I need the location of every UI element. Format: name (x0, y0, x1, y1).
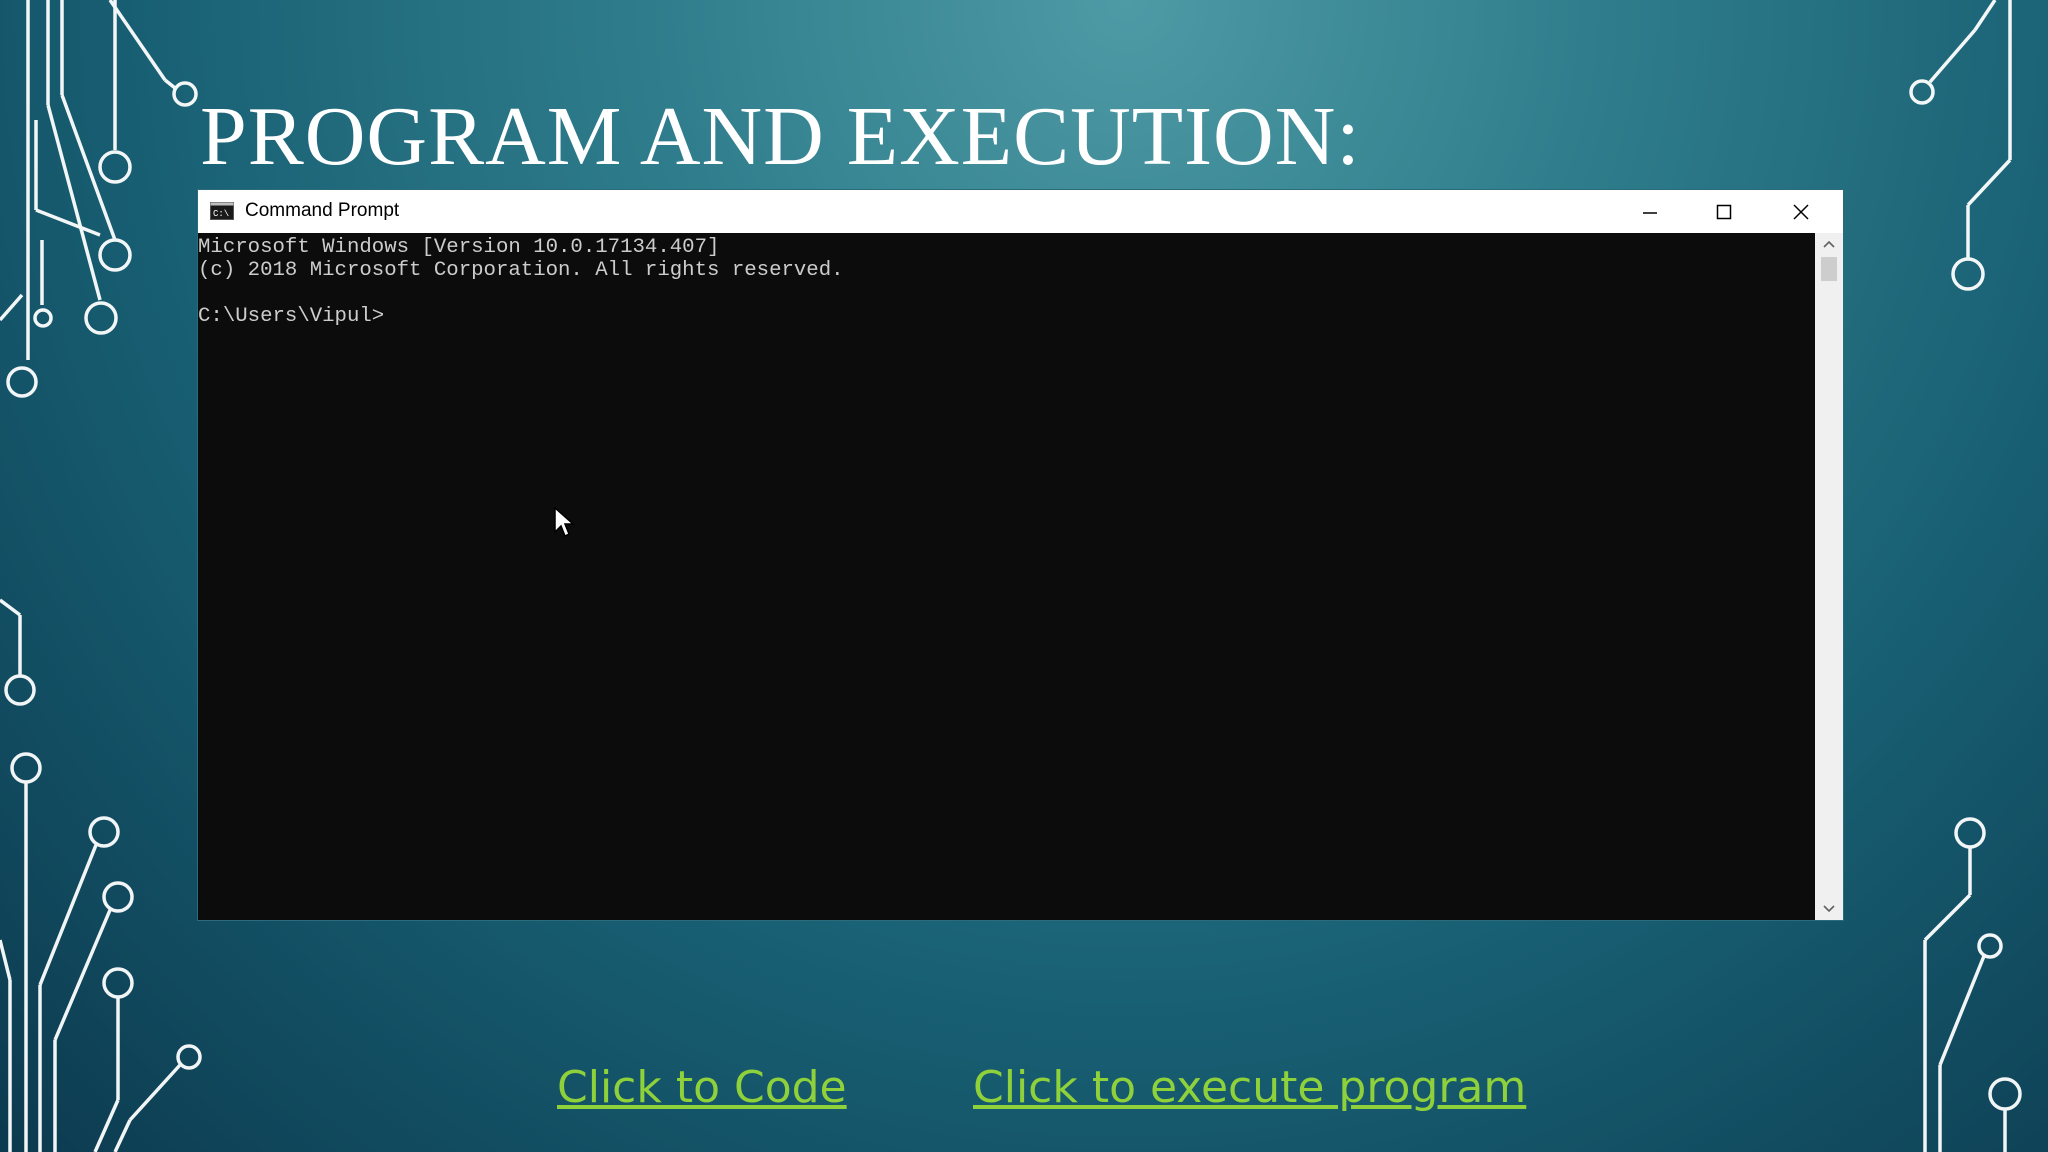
command-prompt-window[interactable]: C:\ Command Prompt Microsoft Windows [Ve… (198, 190, 1843, 920)
console-prompt[interactable]: C:\Users\Vipul> (198, 305, 1815, 328)
vertical-scrollbar[interactable] (1815, 233, 1843, 920)
click-to-execute-program-link[interactable]: Click to execute program (973, 1062, 1526, 1113)
minimize-icon (1643, 211, 1657, 214)
console-output[interactable]: Microsoft Windows [Version 10.0.17134.40… (198, 233, 1815, 920)
window-titlebar[interactable]: C:\ Command Prompt (198, 190, 1843, 233)
chevron-up-icon (1823, 240, 1835, 248)
click-to-code-link[interactable]: Click to Code (557, 1062, 847, 1113)
chevron-down-icon (1823, 905, 1835, 913)
window-title: Command Prompt (245, 200, 400, 221)
scroll-down-button[interactable] (1815, 898, 1843, 920)
svg-text:C:\: C:\ (213, 209, 229, 219)
cmd-icon: C:\ (210, 202, 234, 220)
maximize-icon (1716, 204, 1732, 219)
console-line: Microsoft Windows [Version 10.0.17134.40… (198, 236, 720, 259)
scroll-up-button[interactable] (1815, 233, 1843, 255)
console-line: (c) 2018 Microsoft Corporation. All righ… (198, 259, 844, 282)
mouse-pointer-icon (554, 507, 575, 538)
scroll-thumb[interactable] (1821, 257, 1837, 281)
close-icon (1793, 203, 1809, 220)
slide-title: PROGRAM AND EXECUTION: (200, 90, 1361, 183)
maximize-button[interactable] (1688, 190, 1760, 233)
minimize-button[interactable] (1614, 190, 1686, 233)
close-button[interactable] (1765, 190, 1837, 233)
